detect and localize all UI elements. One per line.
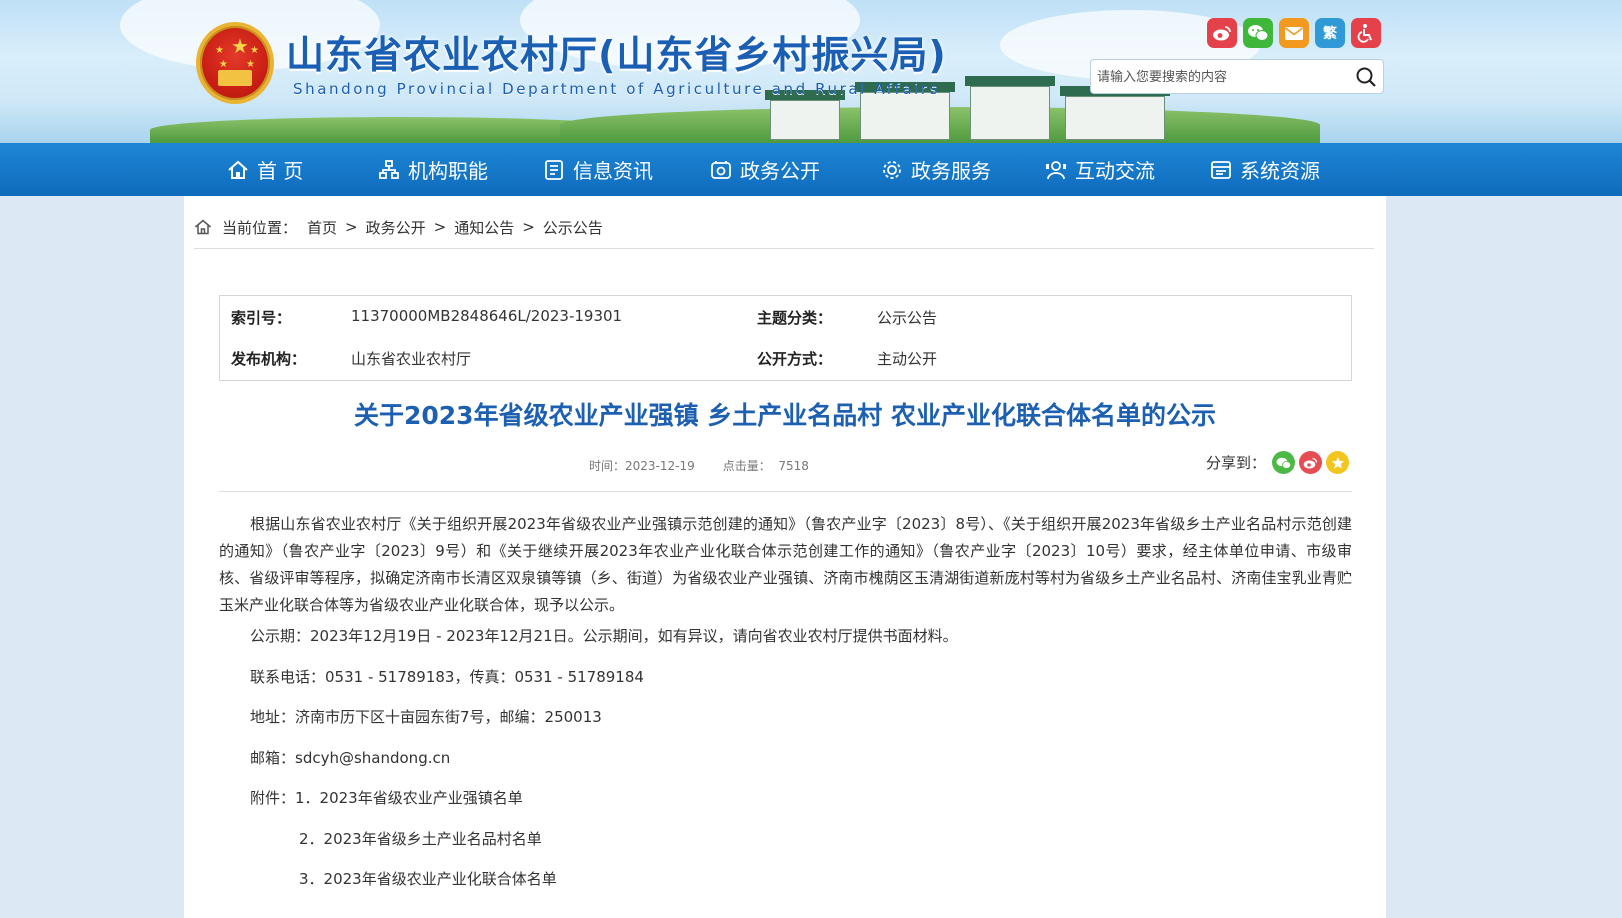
search-icon[interactable] (1355, 66, 1377, 88)
nav-item-label: 政务公开 (740, 159, 820, 183)
site-subtitle: Shandong Provincial Department of Agricu… (293, 80, 941, 98)
breadcrumb-separator: > (433, 218, 447, 236)
index-number-label: 索引号： (231, 309, 292, 327)
disclosure-icon (711, 160, 731, 179)
share-label: 分享到： (1206, 454, 1267, 472)
index-number-value: 11370000MB2848646L/2023-19301 (351, 307, 623, 325)
mail-icon[interactable] (1279, 18, 1309, 48)
share-weibo-icon[interactable] (1299, 451, 1323, 474)
share-bar: 分享到： (1206, 451, 1350, 474)
topic-value: 公示公告 (877, 309, 938, 327)
nav-item-home[interactable]: 首 页 (227, 143, 303, 196)
view-count-value: 7518 (778, 459, 809, 473)
share-favorite-icon[interactable] (1326, 451, 1350, 474)
search-box (1090, 59, 1384, 94)
top-toolbar: 繁 (1207, 18, 1381, 48)
search-input[interactable] (1097, 67, 1347, 87)
breadcrumb-separator: > (345, 218, 358, 236)
publisher-label: 发布机构： (231, 350, 307, 368)
weibo-icon[interactable] (1207, 18, 1237, 48)
breadcrumb-separator: > (522, 218, 535, 236)
wechat-icon[interactable] (1243, 18, 1273, 48)
nav-item-label: 信息资讯 (573, 159, 653, 183)
site-header: ★ ★ ★ ★ ★ 山东省农业农村厅(山东省乡村振兴局) Shandong Pr… (0, 0, 1622, 143)
nav-item-resource[interactable]: 系统资源 (1210, 143, 1320, 196)
org-icon (379, 159, 399, 179)
view-count-label: 点击量： (722, 459, 771, 473)
main-nav: 首 页 机构职能 信息资讯 政务公开 政务服务 互动交流 系统资源 (0, 143, 1622, 196)
national-emblem-logo[interactable]: ★ ★ ★ ★ ★ (196, 22, 274, 104)
nav-item-label: 政务服务 (911, 159, 991, 183)
nav-item-organization[interactable]: 机构职能 (378, 143, 488, 196)
breadcrumb-prefix: 当前位置： (222, 218, 298, 237)
nav-item-label: 互动交流 (1075, 159, 1155, 183)
disclosure-mode-value: 主动公开 (877, 350, 938, 368)
breadcrumb-link-announcements[interactable]: 公示公告 (543, 217, 603, 238)
publisher-value: 山东省农业农村厅 (351, 350, 472, 368)
attachment-link[interactable]: 3．2023年省级农业产业化联合体名单 (299, 866, 557, 893)
contact-phone: 联系电话：0531 - 51789183，传真：0531 - 51789184 (250, 668, 644, 686)
breadcrumb-link-notices[interactable]: 通知公告 (454, 217, 514, 238)
view-count: 点击量： 7518 (723, 457, 809, 474)
interaction-icon (1046, 160, 1066, 179)
disclosure-mode-label: 公开方式： (757, 350, 833, 368)
service-icon (883, 160, 901, 179)
accessibility-icon[interactable] (1351, 18, 1381, 48)
attachment-link[interactable]: 2．2023年省级乡土产业名品村名单 (299, 826, 542, 853)
article-info: 时间：2023-12-19 点击量： 7518 (589, 457, 809, 474)
traditional-chinese-icon[interactable]: 繁 (1315, 18, 1345, 48)
topic-label: 主题分类： (757, 309, 833, 327)
body-paragraph: 根据山东省农业农村厅《关于组织开展2023年省级农业产业强镇示范创建的通知》（鲁… (219, 515, 1352, 614)
site-title: 山东省农业农村厅(山东省乡村振兴局) (286, 33, 947, 77)
article-body: 根据山东省农业农村厅《关于组织开展2023年省级农业产业强镇示范创建的通知》（鲁… (219, 511, 1352, 888)
breadcrumb-link-disclosure[interactable]: 政务公开 (366, 217, 426, 238)
home-icon (195, 219, 211, 235)
share-wechat-icon[interactable] (1272, 451, 1296, 474)
resource-icon (1211, 160, 1231, 179)
divider (219, 491, 1352, 492)
breadcrumb: 当前位置： 首页 > 政务公开 > 通知公告 > 公示公告 (194, 216, 603, 238)
nav-item-disclosure[interactable]: 政务公开 (710, 143, 820, 196)
nav-item-interaction[interactable]: 互动交流 (1045, 143, 1155, 196)
home-icon (228, 160, 248, 179)
attachment-link[interactable]: 附件：1．2023年省级农业产业强镇名单 (250, 785, 523, 812)
nav-item-label: 系统资源 (1240, 159, 1320, 183)
publicity-period: 公示期：2023年12月19日 - 2023年12月21日。公示期间，如有异议，… (250, 627, 958, 645)
nav-item-label: 首 页 (257, 159, 304, 183)
nav-item-label: 机构职能 (408, 159, 488, 183)
news-icon (545, 159, 563, 180)
divider (194, 248, 1374, 249)
breadcrumb-link-home[interactable]: 首页 (307, 217, 337, 238)
article-title: 关于2023年省级农业产业强镇 乡土产业名品村 农业产业化联合体名单的公示 (354, 401, 1216, 430)
publish-time: 时间：2023-12-19 (589, 459, 695, 473)
content-panel: 当前位置： 首页 > 政务公开 > 通知公告 > 公示公告 索引号： 11370… (184, 196, 1386, 918)
contact-email: 邮箱：sdcyh@shandong.cn (250, 749, 451, 767)
document-meta-table: 索引号： 11370000MB2848646L/2023-19301 主题分类：… (219, 295, 1352, 381)
nav-item-service[interactable]: 政务服务 (881, 143, 991, 196)
nav-item-news[interactable]: 信息资讯 (543, 143, 653, 196)
contact-address: 地址：济南市历下区十亩园东街7号，邮编：250013 (250, 708, 602, 726)
